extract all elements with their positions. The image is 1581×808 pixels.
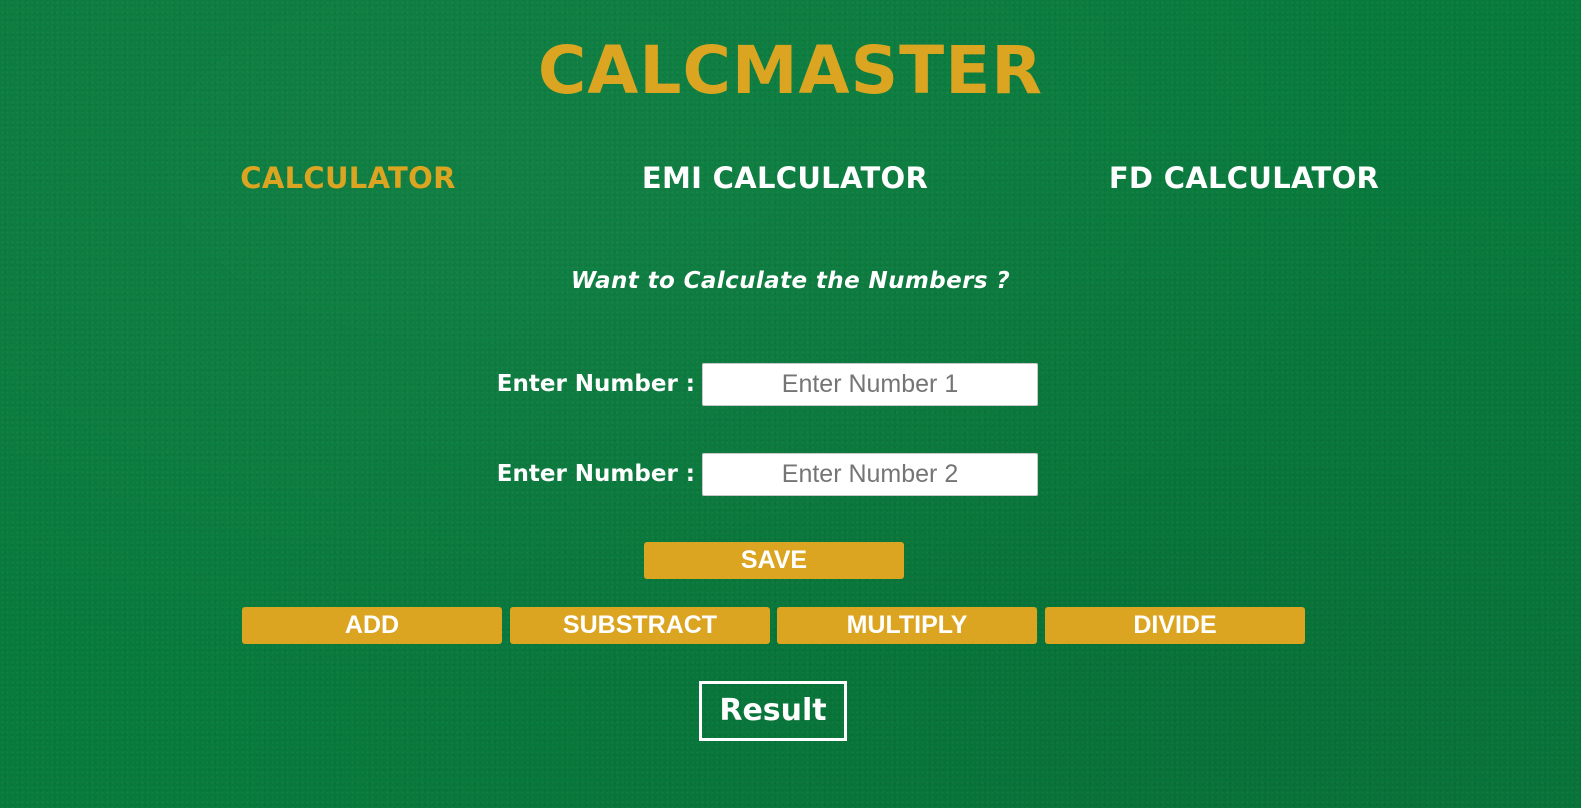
number-2-input[interactable] [702,453,1038,496]
divide-button[interactable]: DIVIDE [1045,607,1305,644]
result-box: Result [699,681,847,741]
nav-calculator[interactable]: CALCULATOR [138,160,558,196]
tagline: Want to Calculate the Numbers ? [570,268,1011,294]
nav-fd-calculator[interactable]: FD CALCULATOR [1034,160,1454,196]
app-title: CALCMASTER [537,32,1044,109]
subtract-button[interactable]: SUBSTRACT [510,607,770,644]
add-button[interactable]: ADD [242,607,502,644]
number-1-label: Enter Number : [496,371,695,397]
nav-emi-calculator[interactable]: EMI CALCULATOR [575,160,995,196]
multiply-button[interactable]: MULTIPLY [777,607,1037,644]
number-2-label: Enter Number : [496,461,695,487]
save-button[interactable]: SAVE [644,542,904,579]
number-1-input[interactable] [702,363,1038,406]
